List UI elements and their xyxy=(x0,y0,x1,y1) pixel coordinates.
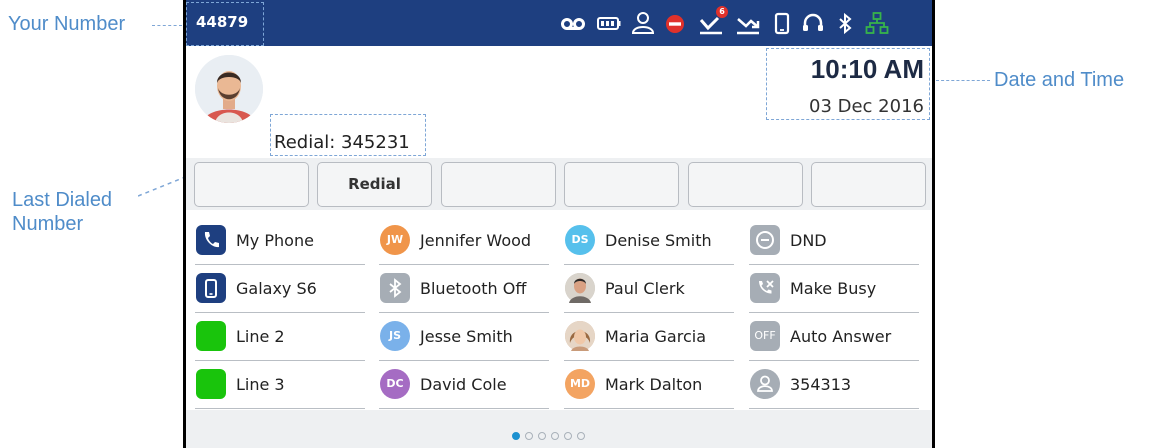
favorite-line-3[interactable]: Line 3 xyxy=(195,361,365,409)
favorite-label: David Cole xyxy=(420,375,507,394)
avatar-photo xyxy=(195,55,263,123)
missed-calls-icon[interactable]: 6 xyxy=(698,6,728,36)
callout-date-time: Date and Time xyxy=(994,69,1125,91)
page-dot-3[interactable] xyxy=(538,432,546,440)
page-dot-1[interactable] xyxy=(512,432,520,440)
favorite-line-2[interactable]: Line 2 xyxy=(195,313,365,361)
contact-icon xyxy=(750,369,780,399)
network-icon xyxy=(864,10,890,36)
favorite-label: Make Busy xyxy=(790,279,877,298)
softkey-redial[interactable]: Redial xyxy=(317,162,432,207)
softkey-bar: Redial xyxy=(186,158,932,210)
dnd-icon xyxy=(750,225,780,255)
contact-photo xyxy=(565,273,595,303)
favorite-make-busy[interactable]: Make Busy xyxy=(749,265,919,313)
callout-date-time-leader xyxy=(936,80,990,81)
contact-photo xyxy=(565,321,595,351)
callout-last-dialed-line2: Number xyxy=(12,213,84,235)
favorite-maria-garcia[interactable]: Maria Garcia xyxy=(564,313,734,361)
favorite-jesse-smith[interactable]: JS Jesse Smith xyxy=(379,313,549,361)
phone-screen: 44879 6 10:10 AM 03 Dec 2016 Redial: 345… xyxy=(183,0,935,448)
favorite-label: Denise Smith xyxy=(605,231,712,250)
favorites-column-4: DND Make Busy OFF Auto Answer 354313 xyxy=(749,217,919,409)
favorite-label: My Phone xyxy=(236,231,314,250)
phone-icon xyxy=(196,225,226,255)
callout-last-dialed: Last Dialed Number xyxy=(12,188,112,236)
favorite-auto-answer[interactable]: OFF Auto Answer xyxy=(749,313,919,361)
favorites-column-3: DS Denise Smith Paul Clerk Maria Garcia … xyxy=(564,217,734,409)
favorite-my-phone[interactable]: My Phone xyxy=(195,217,365,265)
initials-avatar: JW xyxy=(380,225,410,255)
favorite-paul-clerk[interactable]: Paul Clerk xyxy=(564,265,734,313)
favorite-label: Bluetooth Off xyxy=(420,279,527,298)
favorites-column-1: My Phone Galaxy S6 Line 2 Line 3 xyxy=(195,217,365,409)
last-dialed-number: Redial: 345231 xyxy=(274,132,410,153)
clock-time: 10:10 AM xyxy=(810,54,924,84)
callout-your-number: Your Number xyxy=(8,13,126,35)
callout-your-number-leader xyxy=(152,25,182,26)
initials-avatar: DS xyxy=(565,225,595,255)
favorite-label: Jennifer Wood xyxy=(420,231,532,250)
softkey-3[interactable] xyxy=(441,162,556,207)
favorites-column-2: JW Jennifer Wood Bluetooth Off JS Jesse … xyxy=(379,217,549,409)
battery-icon xyxy=(596,10,622,36)
user-presence-icon[interactable] xyxy=(630,10,656,36)
favorite-label: Paul Clerk xyxy=(605,279,685,298)
favorite-354313[interactable]: 354313 xyxy=(749,361,919,409)
initials-avatar: JS xyxy=(380,321,410,351)
favorite-mark-dalton[interactable]: MD Mark Dalton xyxy=(564,361,734,409)
page-dot-6[interactable] xyxy=(577,432,585,440)
page-dot-2[interactable] xyxy=(525,432,533,440)
favorite-label: Mark Dalton xyxy=(605,375,703,394)
missed-calls-badge: 6 xyxy=(716,6,728,18)
call-forward-icon[interactable] xyxy=(735,10,761,36)
favorite-label: Line 3 xyxy=(236,375,285,394)
clock-date: 03 Dec 2016 xyxy=(809,96,924,117)
initials-avatar: DC xyxy=(380,369,410,399)
favorite-dnd[interactable]: DND xyxy=(749,217,919,265)
callout-last-dialed-line1: Last Dialed xyxy=(12,189,113,211)
favorite-david-cole[interactable]: DC David Cole xyxy=(379,361,549,409)
dnd-status-icon[interactable] xyxy=(662,10,688,36)
favorite-galaxy-s6[interactable]: Galaxy S6 xyxy=(195,265,365,313)
initials-avatar: MD xyxy=(565,369,595,399)
favorite-bluetooth-off[interactable]: Bluetooth Off xyxy=(379,265,549,313)
softkey-4[interactable] xyxy=(564,162,679,207)
page-indicator[interactable] xyxy=(512,425,590,444)
user-avatar[interactable] xyxy=(195,55,263,123)
favorite-label: DND xyxy=(790,231,827,250)
favorite-label: Galaxy S6 xyxy=(236,279,317,298)
softkey-6[interactable] xyxy=(811,162,926,207)
line-status-icon xyxy=(196,369,226,399)
headset-icon[interactable] xyxy=(800,10,826,36)
bluetooth-icon xyxy=(380,273,410,303)
page-dot-5[interactable] xyxy=(564,432,572,440)
softkey-5[interactable] xyxy=(688,162,803,207)
favorite-label: Jesse Smith xyxy=(420,327,513,346)
softkey-1[interactable] xyxy=(194,162,309,207)
favorite-denise-smith[interactable]: DS Denise Smith xyxy=(564,217,734,265)
status-bar: 44879 6 xyxy=(186,0,932,46)
bluetooth-icon[interactable] xyxy=(832,10,858,36)
favorite-label: 354313 xyxy=(790,375,852,394)
your-number-callout-box xyxy=(186,2,264,46)
mobile-device-icon[interactable] xyxy=(769,10,795,36)
line-status-icon xyxy=(196,321,226,351)
page-dot-4[interactable] xyxy=(551,432,559,440)
favorite-jennifer-wood[interactable]: JW Jennifer Wood xyxy=(379,217,549,265)
favorite-label: Auto Answer xyxy=(790,327,892,346)
favorite-label: Maria Garcia xyxy=(605,327,706,346)
mobile-icon xyxy=(196,273,226,303)
voicemail-icon[interactable] xyxy=(560,10,586,36)
favorite-label: Line 2 xyxy=(236,327,285,346)
make-busy-icon xyxy=(750,273,780,303)
auto-answer-off-icon: OFF xyxy=(750,321,780,351)
